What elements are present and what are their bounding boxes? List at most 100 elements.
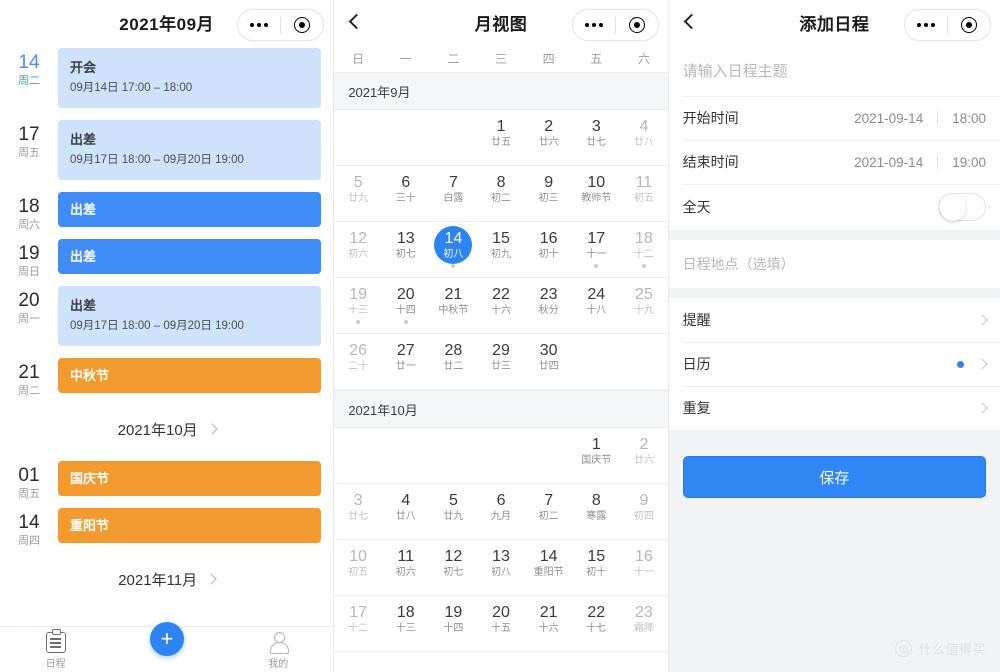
calendar-day-cell[interactable]: 12 初七 — [430, 540, 478, 595]
calendar-day-cell[interactable]: 15 初九 — [477, 222, 525, 277]
month-separator-november[interactable]: 2021年11月 — [0, 551, 333, 607]
target-icon[interactable] — [616, 17, 658, 33]
back-icon[interactable] — [679, 11, 701, 33]
event-card[interactable]: 开会 09月14日 17:00 – 18:00 — [58, 48, 322, 108]
calendar-row[interactable]: 日历 — [668, 342, 1000, 386]
calendar-day-cell[interactable]: 19 十三 — [334, 278, 382, 333]
list-item[interactable]: 21 周二 中秋节 — [0, 354, 333, 401]
calendar-day-cell[interactable]: 30 廿四 — [525, 334, 573, 389]
calendar-day-cell[interactable]: 17 十二 — [334, 596, 382, 651]
location-field[interactable]: 日程地点（选填） — [668, 240, 1000, 288]
calendar-day-cell[interactable]: 11 初五 — [620, 166, 668, 221]
calendar-day-cell[interactable]: 1 廿五 — [477, 110, 525, 165]
list-item[interactable]: 18 周六 出差 — [0, 188, 333, 235]
end-date-value[interactable]: 2021-09-14 — [854, 155, 923, 170]
tab-profile[interactable]: 我的 — [238, 632, 318, 670]
month-separator-october[interactable]: 2021年10月 — [0, 401, 333, 457]
calendar-day-cell[interactable]: 5 廿九 — [430, 484, 478, 539]
list-item[interactable]: 14 周四 重阳节 — [0, 504, 333, 551]
calendar-day-cell[interactable]: 22 十七 — [572, 596, 620, 651]
calendar-day-cell[interactable]: 19 十四 — [430, 596, 478, 651]
list-item[interactable]: 20 周一 出差 09月17日 18:00 – 09月20日 19:00 — [0, 282, 333, 354]
end-time-value[interactable]: 19:00 — [952, 155, 986, 170]
calendar-day-cell[interactable]: 7 白露 — [430, 166, 478, 221]
event-card[interactable]: 中秋节 — [58, 358, 322, 393]
list-item[interactable]: 01 周五 国庆节 — [0, 457, 333, 504]
event-card[interactable]: 出差 09月17日 18:00 – 09月20日 19:00 — [58, 120, 322, 180]
back-icon[interactable] — [344, 11, 366, 33]
calendar-day-cell[interactable]: 10 初五 — [334, 540, 382, 595]
calendar-day-cell[interactable]: 13 初七 — [382, 222, 430, 277]
calendar-day-cell[interactable]: 16 十一 — [620, 540, 668, 595]
calendar-day-cell[interactable]: 3 廿七 — [334, 484, 382, 539]
calendar-day-cell[interactable]: 3 廿七 — [572, 110, 620, 165]
calendar-day-cell[interactable]: 23 秋分 — [525, 278, 573, 333]
subject-field[interactable]: 请输入日程主题 — [668, 44, 1000, 96]
target-icon[interactable] — [948, 17, 990, 33]
calendar-day-cell[interactable]: 6 三十 — [382, 166, 430, 221]
calendar-day-cell[interactable]: 9 初三 — [525, 166, 573, 221]
repeat-row[interactable]: 重复 — [668, 386, 1000, 430]
calendar-day-cell[interactable]: 22 十六 — [477, 278, 525, 333]
reminder-row[interactable]: 提醒 — [668, 298, 1000, 342]
tab-schedule[interactable]: 日程 — [16, 629, 96, 670]
calendar-day-cell[interactable]: 9 初四 — [620, 484, 668, 539]
calendar-day-cell[interactable]: 27 廿一 — [382, 334, 430, 389]
calendar-day-cell[interactable]: 2 廿六 — [620, 428, 668, 483]
list-item[interactable]: 19 周日 出差 — [0, 235, 333, 282]
month-grid-scroll[interactable]: 2021年9月 1 廿五 2 廿六 3 廿七 4 廿八 5 廿九 6 三十 7 白露 8 初二 9 初三 10 教师节 1… — [334, 72, 668, 672]
calendar-day-cell[interactable]: 28 廿二 — [430, 334, 478, 389]
allday-row[interactable]: 全天 — [668, 184, 1000, 230]
miniprogram-capsule[interactable] — [571, 9, 659, 41]
start-time-row[interactable]: 开始时间 2021-09-14 18:00 — [668, 96, 1000, 140]
calendar-day-cell[interactable]: 18 十二 — [620, 222, 668, 277]
calendar-day-cell[interactable]: 29 廿三 — [477, 334, 525, 389]
event-card[interactable]: 出差 — [58, 239, 322, 274]
plus-icon[interactable]: + — [149, 622, 184, 656]
calendar-day-cell[interactable]: 25 十九 — [620, 278, 668, 333]
calendar-day-cell[interactable]: 20 十五 — [477, 596, 525, 651]
calendar-day-cell[interactable]: 13 初八 — [477, 540, 525, 595]
calendar-day-cell[interactable]: 5 廿九 — [334, 166, 382, 221]
calendar-day-cell[interactable]: 21 十六 — [525, 596, 573, 651]
calendar-day-cell[interactable]: 11 初六 — [382, 540, 430, 595]
calendar-day-cell[interactable]: 24 十八 — [572, 278, 620, 333]
calendar-day-cell[interactable]: 16 初十 — [525, 222, 573, 277]
allday-toggle[interactable] — [938, 193, 986, 221]
miniprogram-capsule[interactable] — [237, 9, 325, 41]
calendar-day-cell[interactable]: 8 寒露 — [572, 484, 620, 539]
calendar-day-cell[interactable]: 15 初十 — [572, 540, 620, 595]
calendar-day-cell[interactable]: 14 重阳节 — [525, 540, 573, 595]
start-time-value[interactable]: 18:00 — [952, 111, 986, 126]
event-card[interactable]: 国庆节 — [58, 461, 322, 496]
calendar-day-cell[interactable]: 1 国庆节 — [572, 428, 620, 483]
agenda-scroll-area[interactable]: 14 周二 开会 09月14日 17:00 – 18:00 17 周五 出差 0… — [0, 44, 334, 672]
calendar-day-cell[interactable]: 20 十四 — [382, 278, 430, 333]
calendar-day-cell[interactable]: 8 初二 — [477, 166, 525, 221]
miniprogram-capsule[interactable] — [904, 9, 991, 41]
end-time-row[interactable]: 结束时间 2021-09-14 19:00 — [668, 140, 1000, 184]
calendar-day-cell[interactable]: 14 初八 — [430, 222, 478, 277]
calendar-day-cell[interactable]: 10 教师节 — [572, 166, 620, 221]
event-card[interactable]: 出差 09月17日 18:00 – 09月20日 19:00 — [58, 286, 322, 346]
ellipsis-icon[interactable] — [573, 23, 615, 27]
ellipsis-icon[interactable] — [905, 23, 947, 27]
calendar-day-cell[interactable]: 6 九月 — [477, 484, 525, 539]
calendar-day-cell[interactable]: 18 十三 — [382, 596, 430, 651]
calendar-day-cell[interactable]: 12 初六 — [334, 222, 382, 277]
calendar-day-cell[interactable]: 7 初二 — [525, 484, 573, 539]
calendar-day-cell[interactable]: 21 中秋节 — [430, 278, 478, 333]
calendar-day-cell[interactable]: 4 廿八 — [620, 110, 668, 165]
list-item[interactable]: 14 周二 开会 09月14日 17:00 – 18:00 — [0, 44, 333, 116]
calendar-day-cell[interactable]: 23 霜降 — [620, 596, 668, 651]
list-item[interactable]: 17 周五 出差 09月17日 18:00 – 09月20日 19:00 — [0, 116, 333, 188]
calendar-day-cell[interactable]: 26 二十 — [334, 334, 382, 389]
calendar-day-cell[interactable]: 4 廿八 — [382, 484, 430, 539]
start-date-value[interactable]: 2021-09-14 — [854, 111, 923, 126]
event-card[interactable]: 重阳节 — [58, 508, 322, 543]
tab-add[interactable]: + — [127, 622, 207, 656]
event-card[interactable]: 出差 — [58, 192, 322, 227]
target-icon[interactable] — [281, 17, 323, 33]
save-button[interactable]: 保存 — [682, 456, 986, 498]
calendar-day-cell[interactable]: 2 廿六 — [525, 110, 573, 165]
